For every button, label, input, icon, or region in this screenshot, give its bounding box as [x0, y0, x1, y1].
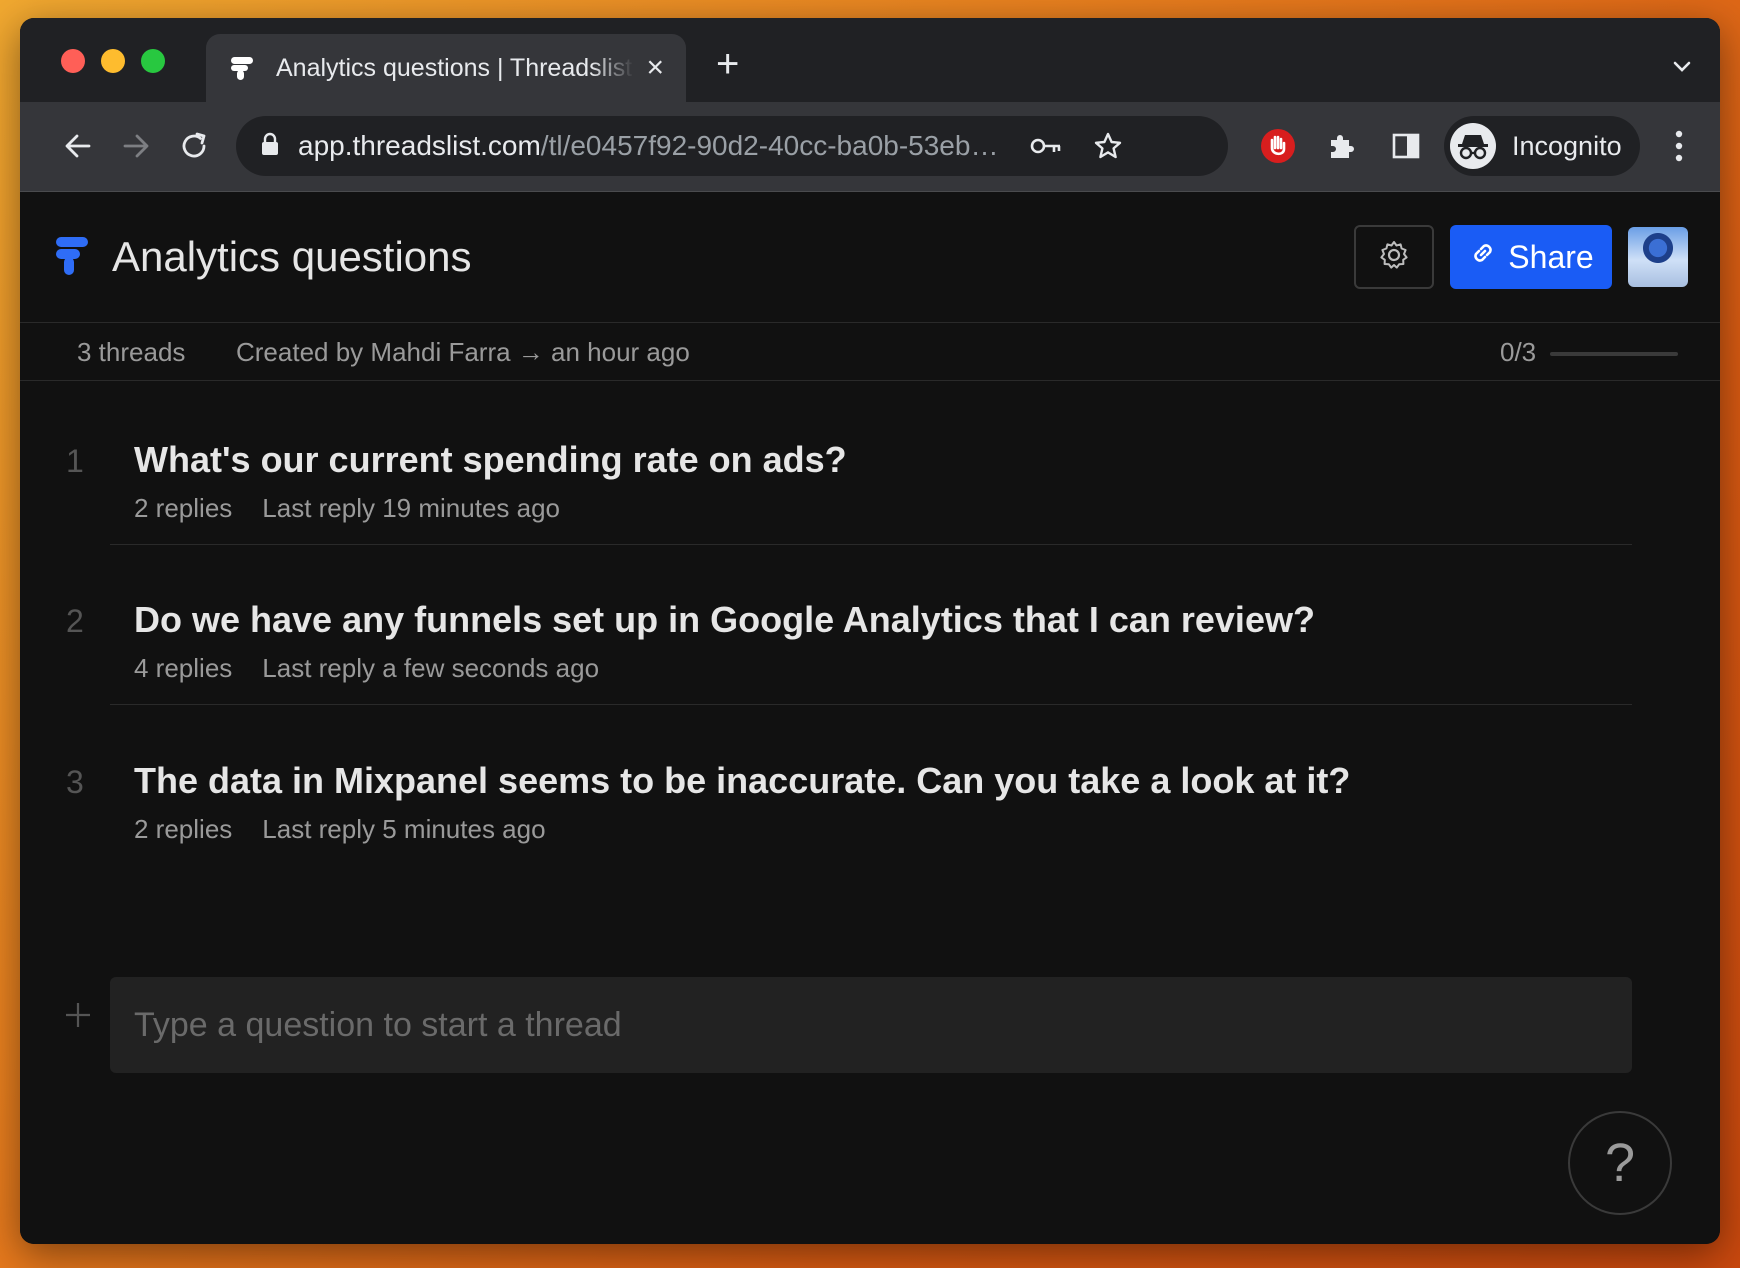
progress-count: 0/3 — [1500, 337, 1537, 367]
plus-icon — [64, 1001, 92, 1029]
tab-analytics-questions[interactable]: Analytics questions | Threadslist × — [206, 34, 686, 102]
browser-window: Analytics questions | Threadslist × + ap… — [20, 18, 1720, 1244]
tab-search-chevron-icon[interactable] — [1672, 56, 1692, 76]
thread-last-reply: Last reply 5 minutes ago — [262, 814, 546, 844]
close-window-button[interactable] — [61, 49, 85, 73]
incognito-icon — [1450, 123, 1496, 169]
thread-question[interactable]: The data in Mixpanel seems to be inaccur… — [134, 760, 1350, 802]
page-header: Analytics questions Share — [20, 193, 1720, 323]
thread-question[interactable]: What's our current spending rate on ads? — [134, 439, 847, 481]
thread-number: 3 — [66, 764, 84, 800]
threadslist-logo-icon — [54, 235, 90, 277]
thread-replies: 4 replies — [134, 653, 233, 683]
tab-strip: Analytics questions | Threadslist × + — [20, 18, 1720, 102]
new-thread-input[interactable] — [110, 977, 1632, 1073]
link-icon — [1468, 238, 1508, 276]
help-button[interactable]: ? — [1568, 1111, 1672, 1215]
new-tab-icon[interactable]: + — [716, 44, 739, 84]
back-icon[interactable] — [56, 124, 100, 168]
thread-meta: 4 replies Last reply a few seconds ago — [134, 653, 599, 684]
settings-button[interactable] — [1354, 225, 1434, 289]
url-text: app.threadslist.com/tl/e0457f92-90d2-40c… — [298, 130, 998, 162]
extensions-puzzle-icon[interactable] — [1322, 126, 1362, 166]
thread-row-1[interactable]: 1 What's our current spending rate on ad… — [20, 439, 1720, 603]
side-panel-icon[interactable] — [1386, 126, 1426, 166]
thread-meta: 2 replies Last reply 19 minutes ago — [134, 493, 560, 524]
minimize-window-button[interactable] — [101, 49, 125, 73]
thread-last-reply: Last reply 19 minutes ago — [262, 493, 561, 523]
thread-count: 3 threads — [77, 337, 186, 367]
incognito-label: Incognito — [1512, 130, 1622, 161]
address-bar[interactable]: app.threadslist.com/tl/e0457f92-90d2-40c… — [236, 116, 1228, 176]
progress-bar — [1550, 352, 1678, 356]
lock-icon — [260, 132, 280, 161]
reload-icon[interactable] — [172, 124, 216, 168]
thread-number: 1 — [66, 443, 84, 479]
created-by: Created by Mahdi Farra → an hour ago — [236, 337, 690, 367]
user-avatar[interactable] — [1628, 227, 1688, 287]
thread-divider — [110, 544, 1632, 545]
threadslist-page: Analytics questions Share 3 threads Crea… — [20, 193, 1720, 1244]
browser-toolbar: app.threadslist.com/tl/e0457f92-90d2-40c… — [20, 102, 1720, 192]
url-host: app.threadslist.com — [298, 130, 541, 161]
thread-replies: 2 replies — [134, 493, 233, 523]
thread-last-reply: Last reply a few seconds ago — [262, 653, 600, 683]
tab-title: Analytics questions | Threadslist — [276, 53, 633, 82]
url-path: /tl/e0457f92-90d2-40cc-ba0b-53eb… — [540, 130, 999, 161]
bookmark-star-icon[interactable] — [1092, 130, 1124, 162]
password-key-icon[interactable] — [1030, 130, 1062, 162]
thread-row-2[interactable]: 2 Do we have any funnels set up in Googl… — [20, 599, 1720, 763]
share-button[interactable]: Share — [1450, 225, 1612, 289]
stop-hand-extension-icon[interactable] — [1258, 126, 1298, 166]
thread-meta: 2 replies Last reply 5 minutes ago — [134, 814, 546, 845]
thread-replies: 2 replies — [134, 814, 233, 844]
thread-question[interactable]: Do we have any funnels set up in Google … — [134, 599, 1315, 641]
thread-row-3[interactable]: 3 The data in Mixpanel seems to be inacc… — [20, 760, 1720, 924]
tab-close-icon[interactable]: × — [646, 53, 664, 83]
incognito-profile-button[interactable]: Incognito — [1444, 116, 1640, 176]
page-title: Analytics questions — [112, 233, 472, 280]
share-label: Share — [1508, 238, 1594, 275]
maximize-window-button[interactable] — [141, 49, 165, 73]
gear-icon — [1378, 239, 1410, 276]
browser-menu-icon[interactable] — [1672, 126, 1686, 166]
forward-icon[interactable] — [114, 124, 158, 168]
thread-divider — [110, 704, 1632, 705]
list-meta-bar: 3 threads Created by Mahdi Farra → an ho… — [20, 323, 1720, 381]
thread-number: 2 — [66, 603, 84, 639]
threadslist-favicon-icon — [228, 54, 256, 82]
